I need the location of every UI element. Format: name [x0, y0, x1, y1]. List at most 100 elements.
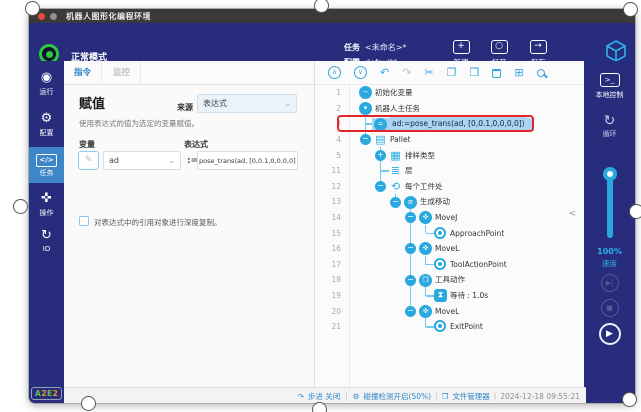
tree-node-label: 排样类型: [405, 148, 435, 164]
tree-row[interactable]: 3=ad:=pose_trans(ad, [0,0.1,0,0,0,0]): [315, 116, 586, 132]
collapse-node-icon[interactable]: −: [405, 306, 416, 317]
screenshot-canvas: 机器人图形化编程环境 正常模式 任务<未命名>* 配置default* + 新建…: [0, 0, 641, 412]
wait-icon: ⧗: [434, 289, 447, 302]
tree-connector: [426, 264, 435, 266]
source-select[interactable]: 表达式⌄: [197, 94, 297, 113]
collapse-node-icon[interactable]: −: [405, 275, 416, 286]
redo-icon[interactable]: ↷: [402, 67, 411, 79]
movel-icon: ✜: [419, 242, 432, 255]
tree-row[interactable]: 17ToolActionPoint: [315, 257, 586, 273]
collapse-all-icon[interactable]: ∧: [328, 66, 341, 79]
line-number: 16: [315, 241, 341, 257]
tree-row[interactable]: 21ExitPoint: [315, 319, 586, 335]
collapse-node-icon[interactable]: −: [390, 197, 401, 208]
tree-connector: [410, 209, 412, 311]
speed-slider-track[interactable]: [607, 174, 613, 238]
collapse-node-icon[interactable]: −: [405, 243, 416, 254]
copy-icon[interactable]: ❐: [447, 67, 457, 79]
collision-status[interactable]: 碰撞检测开启(50%): [364, 391, 432, 402]
loop-icon[interactable]: ↻: [584, 114, 635, 128]
sidebar-item-config[interactable]: ⚙ 配置: [29, 110, 64, 146]
line-number: 12: [315, 179, 341, 195]
tree-node-label: ad:=pose_trans(ad, [0,0.1,0,0,0,0]): [390, 117, 527, 131]
minimize-window-button[interactable]: [50, 13, 57, 20]
undo-icon[interactable]: ↶: [380, 67, 389, 79]
step-mode-status[interactable]: 步进 关闭: [308, 391, 340, 402]
annotation-handle[interactable]: [13, 199, 28, 214]
window-titlebar: 机器人图形化编程环境: [29, 9, 635, 23]
left-sidebar: ◉ 运行 ⚙ 配置 </> 任务 ✜ 操作 ↻ IO A2E2: [29, 61, 64, 403]
sidebar-item-task[interactable]: </> 任务: [29, 147, 64, 183]
collapse-node-icon[interactable]: −: [405, 212, 416, 223]
tree-node-label: MoveJ: [435, 210, 457, 226]
tree-row[interactable]: 5+▦排样类型: [315, 148, 586, 164]
tab-instruction[interactable]: 指令: [64, 61, 102, 85]
tree-row[interactable]: 12−⟲每个工件处: [315, 179, 586, 195]
tab-monitor[interactable]: 监控: [103, 61, 141, 85]
line-number: 21: [315, 319, 341, 335]
tree-row[interactable]: 2▾机器人主任务: [315, 101, 586, 117]
annotation-handle[interactable]: [25, 1, 40, 16]
pallet-icon: ▤: [374, 133, 387, 146]
expand-node-icon[interactable]: +: [375, 150, 386, 161]
delete-icon[interactable]: [492, 67, 501, 78]
annotation-handle[interactable]: [623, 2, 638, 17]
step-mode-icon: ↷: [298, 392, 304, 401]
variable-select[interactable]: ad⌄: [103, 151, 181, 170]
search-icon[interactable]: [537, 69, 545, 77]
speed-slider-knob[interactable]: [603, 167, 617, 181]
sidebar-item-io[interactable]: ↻ IO: [29, 227, 64, 263]
sidebar-item-jog[interactable]: ✜ 操作: [29, 190, 64, 226]
step-button[interactable]: ▶|: [601, 274, 619, 292]
tree-node-label: MoveL: [435, 241, 459, 257]
tree-row[interactable]: 15ApproachPoint: [315, 226, 586, 242]
annotation-handle[interactable]: [622, 392, 637, 407]
collapse-node-icon[interactable]: −: [375, 181, 386, 192]
deep-copy-checkbox-label: 对表达式中的引用对象进行深度复制。: [94, 217, 222, 228]
stop-button[interactable]: ■: [601, 299, 619, 317]
insert-icon[interactable]: ⊞: [514, 67, 523, 79]
tree-row[interactable]: 16 −✜MoveL: [315, 241, 586, 257]
tool-action-icon: ❐: [419, 274, 432, 287]
source-label: 来源: [177, 102, 193, 113]
tree-connector: [426, 233, 435, 235]
tree-node-label: 层: [405, 163, 413, 179]
paste-icon[interactable]: ❒: [470, 67, 480, 79]
waypoint-icon: [434, 320, 446, 332]
close-window-button[interactable]: [38, 13, 45, 20]
line-number: 20: [315, 304, 341, 320]
pattern-type-icon: ▦: [389, 149, 402, 162]
tree-row[interactable]: 20−✜MoveL: [315, 304, 586, 320]
tree-row[interactable]: 18−❐工具动作: [315, 272, 586, 288]
expand-all-icon[interactable]: ∨: [354, 66, 367, 79]
play-button[interactable]: ▶: [599, 323, 621, 345]
annotation-handle[interactable]: [629, 204, 641, 219]
tree-row[interactable]: 14−✜MoveJ: [315, 210, 586, 226]
pencil-icon: ✎: [85, 155, 93, 165]
edit-variable-button[interactable]: ✎: [78, 151, 99, 170]
tree-row[interactable]: 19⧗等待 : 1.0s: [315, 288, 586, 304]
sidebar-item-run[interactable]: ◉ 运行: [29, 69, 64, 105]
instruction-panel: 指令 监控 赋值 来源 表达式⌄ 使用表达式的值为选定的变量赋值。 变量 表达式…: [64, 61, 315, 387]
collapse-node-icon[interactable]: −: [360, 134, 371, 145]
line-number: 11: [315, 163, 341, 179]
tree-node-label: ApproachPoint: [450, 226, 504, 242]
movej-icon: ✜: [419, 211, 432, 224]
tree-row[interactable]: 13−≡生成移动: [315, 194, 586, 210]
local-control-icon[interactable]: >_: [600, 73, 620, 87]
tree-node-label: Pallet: [390, 132, 411, 148]
tree-row[interactable]: 1−初始化变量: [315, 85, 586, 101]
task-row: 任务<未命名>*: [344, 42, 406, 53]
annotation-handle[interactable]: [312, 402, 327, 412]
cut-icon[interactable]: ✂: [424, 67, 433, 79]
tree-connector: [381, 170, 390, 172]
line-number: 3: [315, 116, 341, 132]
tree-row[interactable]: 4−▤Pallet: [315, 132, 586, 148]
deep-copy-checkbox[interactable]: [79, 216, 89, 226]
annotation-handle[interactable]: [81, 396, 96, 411]
file-manager-link[interactable]: 文件管理器: [452, 391, 490, 402]
tree-row[interactable]: 11≣层: [315, 163, 586, 179]
collapse-panel-chevron[interactable]: <: [568, 209, 576, 219]
expression-input[interactable]: [197, 151, 298, 170]
local-control-label: 本地控制: [584, 90, 635, 100]
